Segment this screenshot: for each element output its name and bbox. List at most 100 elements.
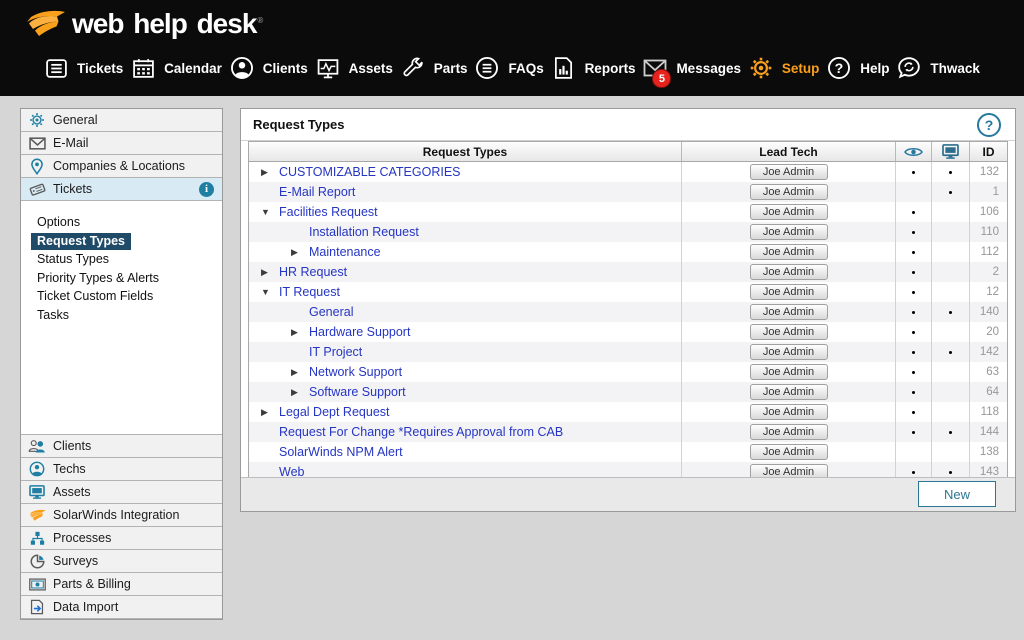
lead-tech-button[interactable]: Joe Admin [749,404,828,420]
request-type-link[interactable]: IT Request [279,285,340,299]
visible-dot [912,350,915,354]
sidebar-top-items: General E-Mail Companies & Locations Ticket… [21,109,222,201]
sidebar-item-e-mail[interactable]: E-Mail [21,132,222,155]
nav-item-parts[interactable]: Parts [401,56,468,80]
request-type-link[interactable]: Installation Request [309,225,419,239]
sidebar-item-assets[interactable]: Assets [21,481,222,504]
request-type-link[interactable]: Legal Dept Request [279,405,390,419]
request-type-link[interactable]: Network Support [309,365,402,379]
visible-dot [912,310,915,314]
collapse-arrow-icon[interactable]: ▼ [261,207,279,217]
request-type-link[interactable]: CUSTOMIZABLE CATEGORIES [279,165,461,179]
lead-tech-button[interactable]: Joe Admin [749,324,828,340]
info-icon[interactable]: i [199,181,214,197]
expand-arrow-icon[interactable]: ▶ [261,267,279,278]
column-header-id[interactable]: ID [970,142,1007,161]
panel-footer: New [241,477,1015,511]
nav-item-calendar[interactable]: Calendar [131,56,222,80]
column-header-visible[interactable] [896,142,932,161]
expand-arrow-icon[interactable]: ▶ [291,367,309,378]
sidebar-item-general[interactable]: General [21,109,222,132]
sidebar-item-label: Tickets [53,182,93,196]
nav-item-faqs[interactable]: FAQs [475,56,544,80]
nav-item-help[interactable]: ? Help [827,56,889,80]
web-flag-cell [932,182,970,202]
sidebar-item-clients[interactable]: Clients [21,435,222,458]
nav-item-reports[interactable]: Reports [552,56,636,80]
expand-arrow-icon[interactable]: ▶ [261,407,279,418]
table-row: ▶ Maintenance Joe Admin 112 [249,242,1007,262]
id-cell: 110 [980,226,999,238]
lead-tech-button[interactable]: Joe Admin [749,184,828,200]
request-type-link[interactable]: SolarWinds NPM Alert [279,445,403,459]
nav-item-assets[interactable]: Assets [316,56,393,80]
lead-tech-button[interactable]: Joe Admin [749,444,828,460]
request-type-link[interactable]: Maintenance [309,245,381,259]
submenu-item-options[interactable]: Options [21,213,222,232]
visible-dot [912,210,915,214]
expand-arrow-icon[interactable]: ▶ [291,247,309,258]
nav-item-tickets[interactable]: Tickets [44,56,123,80]
sidebar-item-processes[interactable]: Processes [21,527,222,550]
sidebar-item-solarwinds-integration[interactable]: SolarWinds Integration [21,504,222,527]
lead-tech-button[interactable]: Joe Admin [749,264,828,280]
lead-tech-button[interactable]: Joe Admin [749,304,828,320]
monitor-icon [942,144,959,159]
lead-tech-cell: Joe Admin [682,162,896,182]
submenu-item-ticket-custom-fields[interactable]: Ticket Custom Fields [21,287,222,306]
nav-item-messages[interactable]: 5 Messages [643,56,741,88]
table-row: ▼ Facilities Request Joe Admin 106 [249,202,1007,222]
column-header-lead-tech[interactable]: Lead Tech [682,142,896,161]
nav-label: FAQs [508,60,544,76]
id-cell: 64 [986,386,999,398]
submenu-item-priority-types-alerts[interactable]: Priority Types & Alerts [21,269,222,288]
web-flag-cell [932,262,970,282]
column-header-request-types[interactable]: Request Types [249,142,682,161]
lead-tech-button[interactable]: Joe Admin [749,284,828,300]
lead-tech-cell: Joe Admin [682,362,896,382]
column-header-web[interactable] [932,142,970,161]
sidebar-item-tickets[interactable]: Tickets i [21,178,222,201]
expand-arrow-icon[interactable]: ▶ [261,167,279,178]
request-type-link[interactable]: Software Support [309,385,406,399]
lead-tech-button[interactable]: Joe Admin [749,244,828,260]
expand-arrow-icon[interactable]: ▶ [291,327,309,338]
sidebar-item-surveys[interactable]: Surveys [21,550,222,573]
nav-label: Parts [433,60,468,76]
lead-tech-button[interactable]: Joe Admin [749,204,828,220]
lead-tech-button[interactable]: Joe Admin [749,224,828,240]
request-type-link[interactable]: Hardware Support [309,325,410,339]
submenu-item-status-types[interactable]: Status Types [21,250,222,269]
nav-label: Assets [348,60,393,76]
lead-tech-button[interactable]: Joe Admin [749,364,828,380]
table-row: ▶ HR Request Joe Admin 2 [249,262,1007,282]
request-type-link[interactable]: General [309,305,353,319]
web-dot [949,310,952,314]
request-type-link[interactable]: E-Mail Report [279,185,355,199]
sidebar-item-data-import[interactable]: Data Import [21,596,222,619]
lead-tech-button[interactable]: Joe Admin [749,344,828,360]
nav-label: Tickets [77,60,124,76]
sidebar-item-parts-billing[interactable]: Parts & Billing [21,573,222,596]
expand-arrow-icon[interactable]: ▶ [291,387,309,398]
nav-item-setup[interactable]: Setup [749,56,820,80]
lead-tech-button[interactable]: Joe Admin [749,424,828,440]
request-type-link[interactable]: Request For Change *Requires Approval fr… [279,425,563,439]
request-type-link[interactable]: HR Request [279,265,347,279]
sidebar-item-techs[interactable]: Techs [21,458,222,481]
nav-item-clients[interactable]: Clients [230,56,308,80]
visible-flag-cell [896,342,932,362]
nav-item-thwack[interactable]: Thwack [897,56,980,80]
lead-tech-button[interactable]: Joe Admin [749,384,828,400]
new-button[interactable]: New [918,481,996,507]
help-icon[interactable]: ? [977,112,1001,137]
request-type-link[interactable]: IT Project [309,345,362,359]
submenu-item-tasks[interactable]: Tasks [21,306,222,325]
table-rows: ▶ CUSTOMIZABLE CATEGORIES Joe Admin 132 E-Ma… [249,162,1007,482]
nav-label: Setup [781,60,820,76]
request-type-link[interactable]: Facilities Request [279,205,378,219]
collapse-arrow-icon[interactable]: ▼ [261,287,279,297]
submenu-item-request-types[interactable]: Request Types [21,232,222,251]
lead-tech-button[interactable]: Joe Admin [749,164,828,180]
sidebar-item-companies-locations[interactable]: Companies & Locations [21,155,222,178]
